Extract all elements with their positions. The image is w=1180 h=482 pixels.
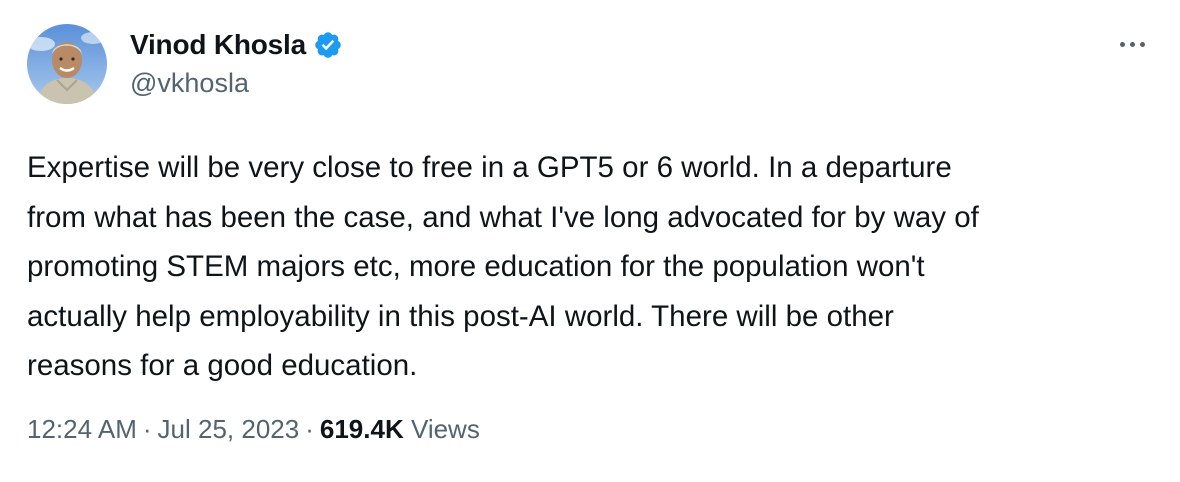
- avatar-image: [27, 24, 107, 104]
- tweet-card: Vinod Khosla @vkhosla Expertise will be …: [0, 0, 1180, 482]
- tweet-views[interactable]: 619.4K Views: [320, 414, 480, 444]
- tweet-text-line: from what has been the case, and what I'…: [27, 200, 979, 234]
- avatar[interactable]: [27, 24, 107, 104]
- user-handle[interactable]: @vkhosla: [130, 68, 343, 99]
- tweet-time: 12:24 AM: [27, 414, 137, 444]
- name-row: Vinod Khosla: [130, 28, 343, 62]
- tweet-text-line: Expertise will be very close to free in …: [27, 151, 952, 184]
- views-label: Views: [410, 414, 480, 444]
- meta-separator: ·: [142, 414, 152, 444]
- more-dot: [1119, 41, 1125, 47]
- tweet-text-line: promoting STEM majors etc, more educatio…: [27, 250, 925, 283]
- more-options-icon[interactable]: [1114, 30, 1150, 58]
- user-info: Vinod Khosla @vkhosla: [130, 28, 343, 99]
- tweet-text-line: actually help employability in this post…: [27, 299, 894, 333]
- tweet-timestamp[interactable]: 12:24 AM · Jul 25, 2023: [27, 414, 299, 444]
- tweet-text-line: reasons for a good education.: [27, 349, 418, 382]
- verified-badge-icon[interactable]: [313, 30, 343, 60]
- more-dot: [1129, 41, 1135, 47]
- display-name[interactable]: Vinod Khosla: [130, 29, 306, 61]
- tweet-meta: 12:24 AM · Jul 25, 2023 · 619.4K Views: [27, 414, 480, 445]
- meta-separator: ·: [305, 414, 314, 444]
- tweet-text: Expertise will be very close to free in …: [27, 143, 1157, 391]
- views-count: 619.4K: [319, 414, 404, 444]
- tweet-date: Jul 25, 2023: [157, 414, 300, 444]
- more-dot: [1139, 41, 1145, 47]
